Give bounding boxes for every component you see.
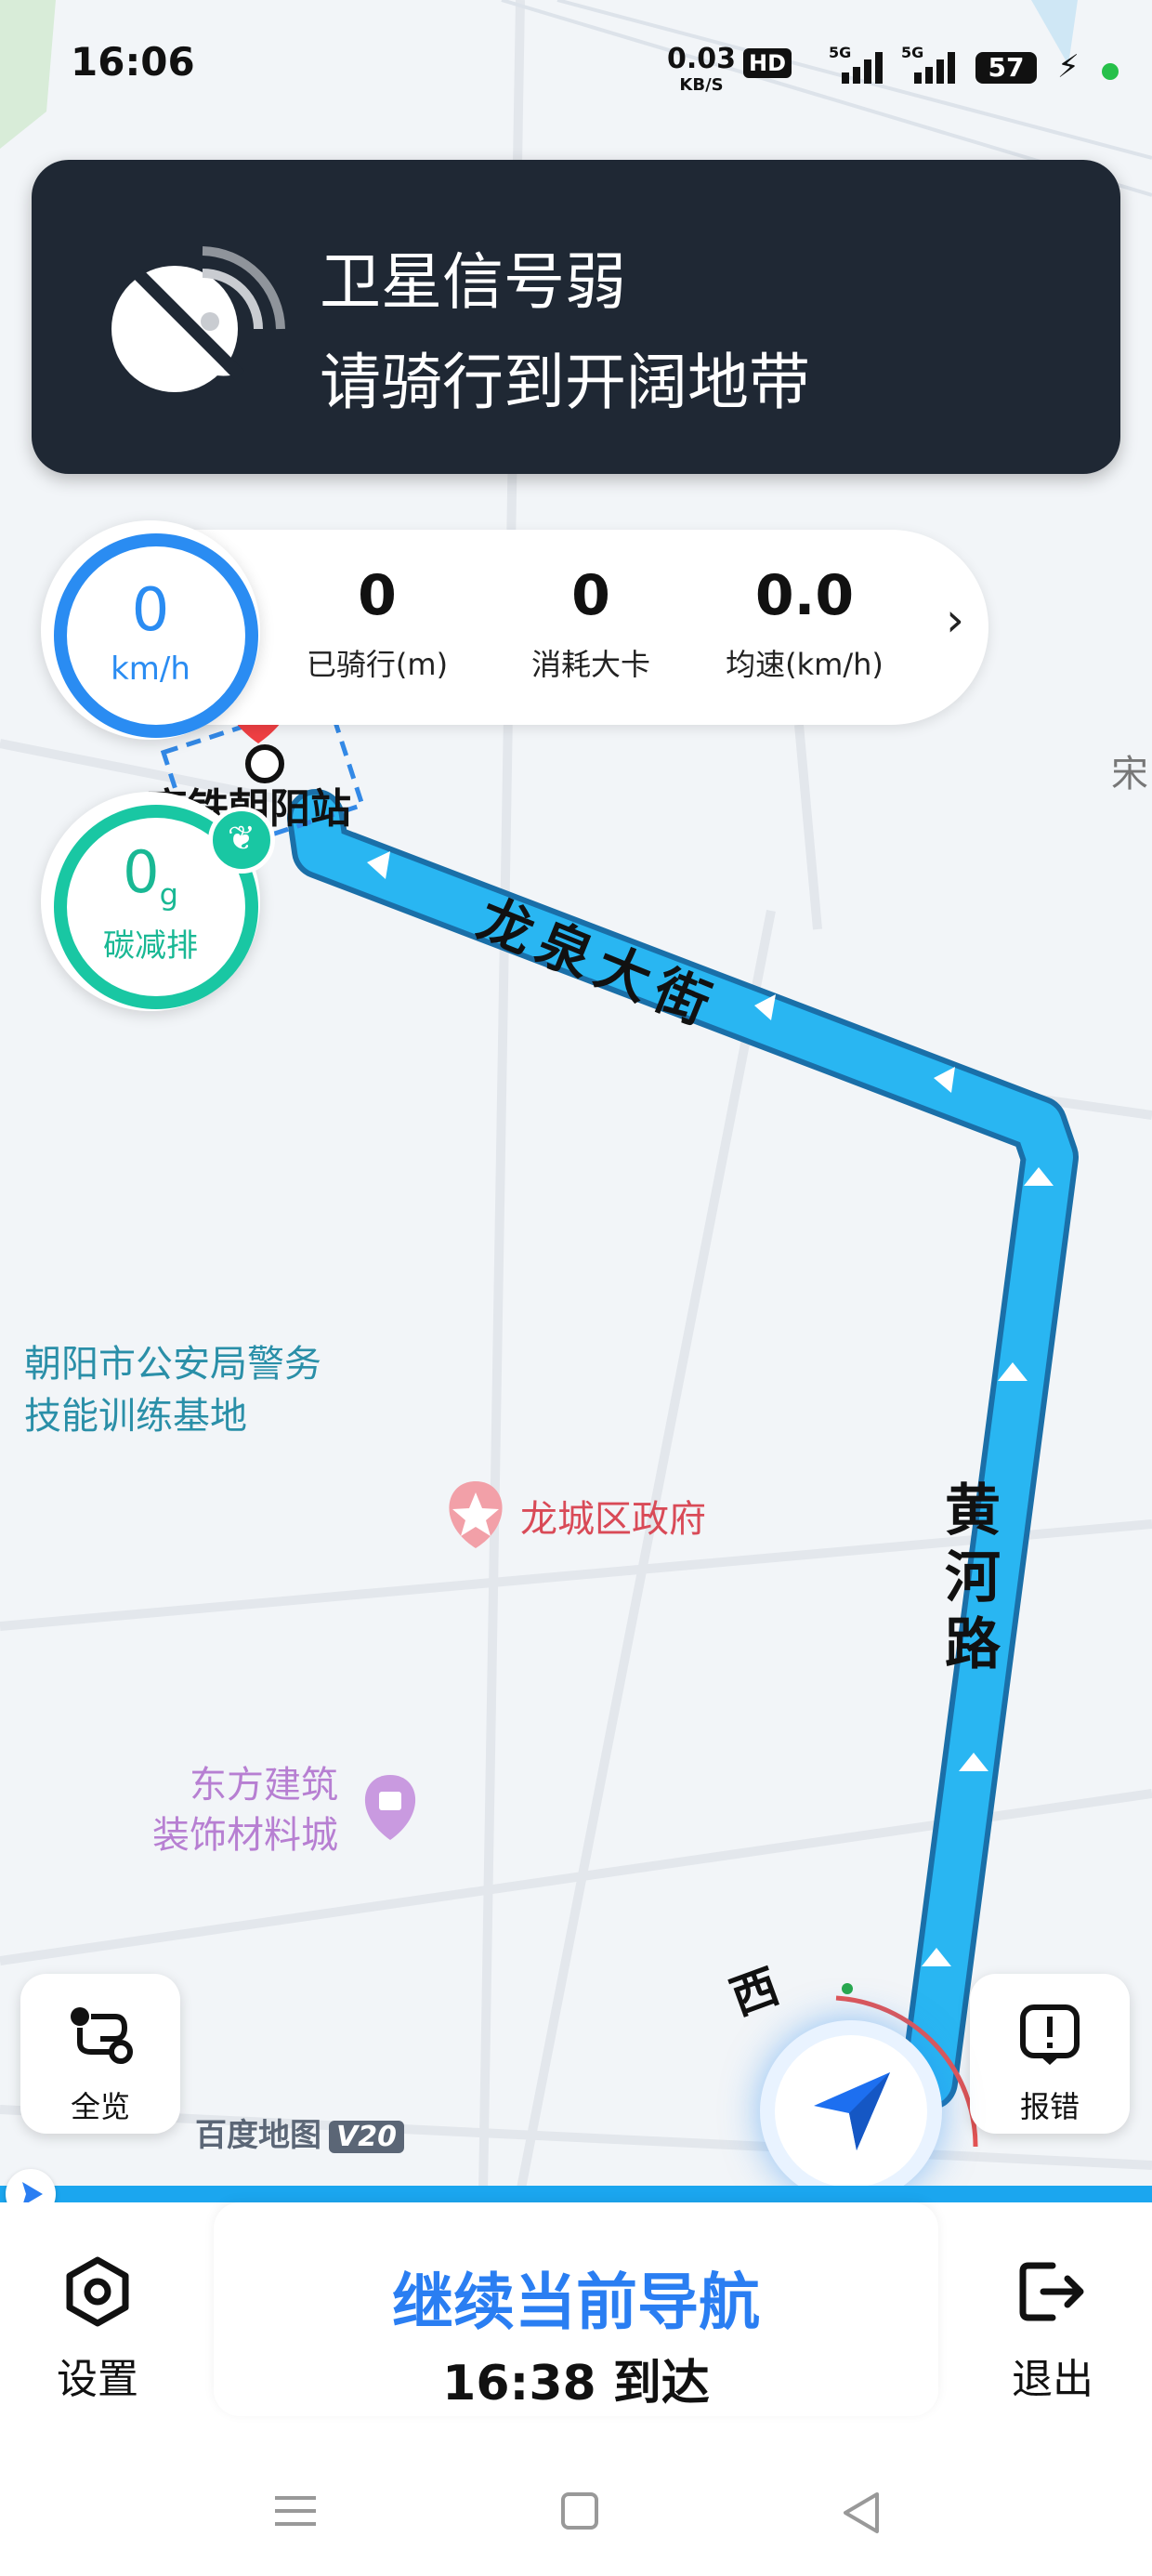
weak-satellite-icon — [111, 246, 285, 392]
gps-weak-alert[interactable]: 卫星信号弱 请骑行到开阔地带 — [32, 160, 1120, 474]
poi-building-materials-market[interactable]: 东方建筑 装饰材料城 — [152, 1760, 338, 1860]
road-label-huanghe: 黄河路 — [945, 1479, 1001, 1677]
system-navigation-bar — [0, 2444, 1152, 2576]
speed-value: 0 — [131, 576, 170, 645]
poi-district-government[interactable]: 龙城区政府 — [520, 1489, 706, 1543]
exit-button[interactable]: 退出 — [992, 2254, 1113, 2405]
clock: 16:06 — [71, 39, 195, 85]
back-icon[interactable] — [840, 2491, 883, 2535]
ride-stats-panel[interactable]: 0 已骑行(m) 0 消耗大卡 0.0 均速(km/h) › — [186, 530, 988, 725]
navigation-arrow-icon — [814, 2072, 890, 2150]
alert-message: 请骑行到开阔地带 — [320, 347, 810, 418]
status-dot-icon — [1102, 63, 1119, 80]
navigation-bottom-bar: 设置 继续当前导航 16:38 到达 退出 — [0, 2202, 1152, 2444]
stat-avg-speed: 0.0 均速(km/h) — [726, 563, 884, 682]
settings-icon — [66, 2256, 129, 2327]
hd-icon: HD — [743, 48, 792, 78]
exit-icon — [1019, 2262, 1084, 2321]
speed-unit: km/h — [111, 651, 190, 688]
chevron-right-icon[interactable]: › — [946, 593, 964, 647]
eta-label: 16:38 到达 — [442, 2356, 710, 2412]
battery-icon: 57 — [975, 52, 1037, 84]
speed-gauge: 0 km/h — [41, 520, 260, 740]
svg-text:5G: 5G — [829, 45, 851, 61]
status-bar: 16:06 0.03 KB/S HD 5G 5G 57 ⚡ — [0, 0, 1152, 130]
poi-police-training[interactable]: 朝阳市公安局警务 技能训练基地 — [24, 1338, 321, 1442]
baidu-map-watermark: 百度地图 V20 — [195, 2109, 404, 2155]
route-progress-bar — [0, 2186, 1152, 2202]
cellular-signal-icon-2: 5G — [901, 45, 955, 84]
home-icon[interactable] — [559, 2491, 600, 2531]
charging-icon: ⚡ — [1057, 48, 1080, 85]
carbon-reduction-gauge[interactable]: 0g 碳减排 ❦ — [41, 792, 275, 1011]
cellular-signal-icon: 5G — [829, 45, 883, 84]
report-error-button[interactable]: 报错 — [970, 1974, 1130, 2134]
current-location-button[interactable] — [760, 2020, 942, 2202]
continue-navigation-label[interactable]: 继续当前导航 — [214, 2253, 938, 2342]
alert-title: 卫星信号弱 — [320, 246, 626, 318]
alert-icon — [1020, 2004, 1080, 2065]
map-label-song: 宋 — [1111, 753, 1148, 795]
overview-button[interactable]: 全览 — [20, 1974, 180, 2134]
route-overview-icon — [71, 2007, 133, 2064]
stat-distance: 0 已骑行(m) — [306, 563, 449, 682]
menu-icon[interactable] — [273, 2491, 318, 2531]
svg-text:5G: 5G — [901, 45, 923, 61]
stat-calories: 0 消耗大卡 — [530, 563, 650, 682]
carbon-label: 碳减排 — [103, 927, 198, 965]
network-speed: 0.03 KB/S — [667, 43, 737, 96]
settings-button[interactable]: 设置 — [37, 2254, 158, 2405]
leaf-icon: ❦ — [208, 807, 275, 874]
